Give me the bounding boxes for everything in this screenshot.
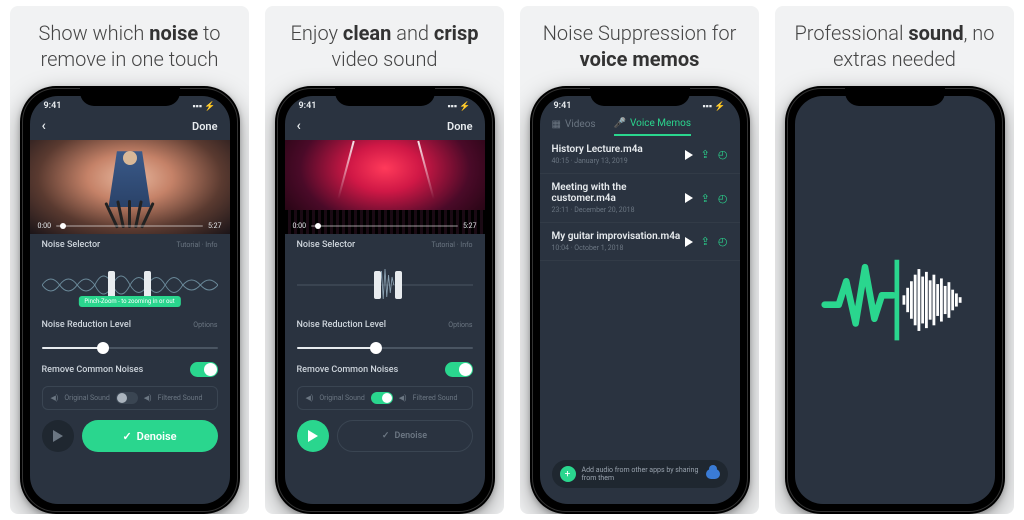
video-preview[interactable]: 0:005:27 xyxy=(285,140,485,234)
back-button[interactable]: ‹ xyxy=(42,118,46,134)
reduction-slider[interactable] xyxy=(297,347,473,349)
plus-icon: + xyxy=(560,466,576,482)
timer-icon[interactable]: ◴ xyxy=(718,148,728,161)
promo-panel-2: Enjoy clean and crisp video sound 9:41▪▪… xyxy=(265,6,504,514)
remove-common-toggle[interactable] xyxy=(445,362,473,377)
memo-item[interactable]: Meeting with the customer.m4a23:11 · Dec… xyxy=(540,174,740,223)
preview-play-button[interactable] xyxy=(297,420,329,452)
preview-toggle-row: ◀)Original Sound◀)Filtered Sound xyxy=(42,386,218,410)
play-icon[interactable] xyxy=(685,237,693,247)
preview-toggle[interactable] xyxy=(371,392,393,404)
play-icon[interactable] xyxy=(685,193,693,203)
caption-4: Professional sound, no extras needed xyxy=(775,20,1014,86)
denoise-button[interactable]: ✓Denoise xyxy=(82,420,218,452)
promo-panel-3: Noise Suppression for voice memos 9:41▪▪… xyxy=(520,6,759,514)
share-icon[interactable]: ⇪ xyxy=(701,235,710,248)
promo-panel-1: Show which noise to remove in one touch … xyxy=(10,6,249,514)
back-button[interactable]: ‹ xyxy=(297,118,301,134)
done-button[interactable]: Done xyxy=(447,120,472,133)
waveform-selector[interactable]: Pinch-Zoom - to zooming in or out xyxy=(42,265,218,305)
share-icon[interactable]: ⇪ xyxy=(701,192,710,205)
logo-screen xyxy=(795,96,995,504)
caption-2: Enjoy clean and crisp video sound xyxy=(265,20,504,86)
reduction-label: Noise Reduction Level xyxy=(42,320,132,330)
reduction-slider[interactable] xyxy=(42,347,218,349)
timer-icon[interactable]: ◴ xyxy=(718,235,728,248)
status-time: 9:41 xyxy=(44,101,62,112)
status-icons: ▪▪▪ ⚡ xyxy=(192,101,215,112)
memos-screen: 9:41▪▪▪ ⚡ ▦Videos 🎤Voice Memos History L… xyxy=(540,96,740,504)
done-button[interactable]: Done xyxy=(192,120,217,133)
promo-panel-4: Professional sound, no extras needed xyxy=(775,6,1014,514)
cloud-icon xyxy=(706,469,720,479)
share-icon[interactable]: ⇪ xyxy=(701,148,710,161)
tab-voice-memos[interactable]: 🎤Voice Memos xyxy=(614,118,691,136)
editor-screen: 9:41▪▪▪ ⚡ ‹ Done 0:005:27 Noise Selector… xyxy=(285,96,485,504)
caption-3: Noise Suppression for voice memos xyxy=(520,20,759,86)
phone-frame: 9:41 ▪▪▪ ⚡ ‹ Done 0:005:27 Noise Selector… xyxy=(20,86,240,514)
phone-frame xyxy=(785,86,1005,514)
tab-videos[interactable]: ▦Videos xyxy=(552,118,596,136)
memo-item[interactable]: History Lecture.m4a40:15 · January 13, 2… xyxy=(540,136,740,174)
preview-toggle[interactable] xyxy=(116,392,138,404)
phone-frame: 9:41▪▪▪ ⚡ ▦Videos 🎤Voice Memos History L… xyxy=(530,86,750,514)
phone-frame: 9:41▪▪▪ ⚡ ‹ Done 0:005:27 Noise Selector… xyxy=(275,86,495,514)
editor-screen: 9:41 ▪▪▪ ⚡ ‹ Done 0:005:27 Noise Selector… xyxy=(30,96,230,504)
memo-item[interactable]: My guitar improvisation.m4a10:04 · Octob… xyxy=(540,223,740,261)
denoise-button[interactable]: ✓Denoise xyxy=(337,420,473,452)
add-audio-hint[interactable]: + Add audio from other apps by sharing f… xyxy=(552,460,728,488)
remove-common-toggle[interactable] xyxy=(190,362,218,377)
video-preview[interactable]: 0:005:27 xyxy=(30,140,230,234)
waveform-selector[interactable] xyxy=(297,265,473,305)
remove-common-label: Remove Common Noises xyxy=(42,365,144,375)
play-icon[interactable] xyxy=(685,150,693,160)
pinch-tip: Pinch-Zoom - to zooming in or out xyxy=(78,296,180,307)
preview-play-button[interactable] xyxy=(42,420,74,452)
noise-selector-label: Noise Selector xyxy=(42,240,101,250)
timer-icon[interactable]: ◴ xyxy=(718,192,728,205)
caption-1: Show which noise to remove in one touch xyxy=(10,20,249,86)
app-logo xyxy=(795,96,995,504)
preview-toggle-row: ◀)Original Sound◀)Filtered Sound xyxy=(297,386,473,410)
